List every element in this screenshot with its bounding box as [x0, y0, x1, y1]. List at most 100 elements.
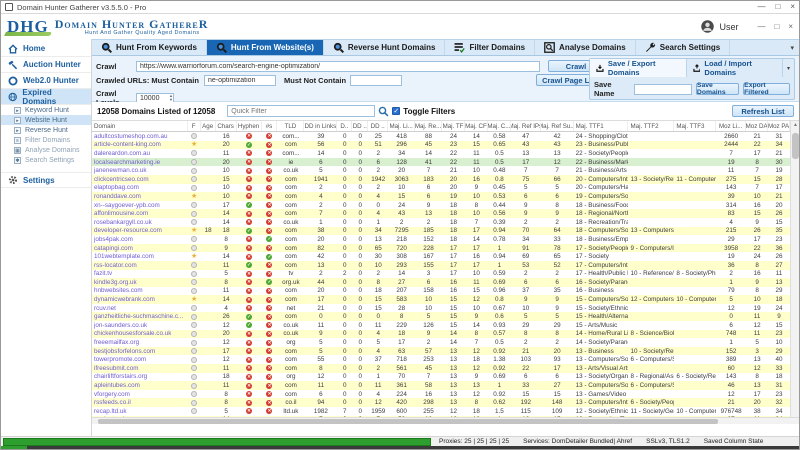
- favorite-empty-icon[interactable]: [191, 279, 197, 285]
- column-header-f[interactable]: F: [188, 121, 201, 131]
- column-header-maj-ttf1[interactable]: Maj. TTF1: [574, 121, 629, 131]
- tab-hunt-from-keywords[interactable]: Hunt From Keywords: [92, 40, 207, 55]
- toggle-filters-checkbox[interactable]: ✓: [392, 107, 400, 115]
- favorite-empty-icon[interactable]: [191, 288, 197, 294]
- domain-link[interactable]: kindle3g.org.uk: [92, 278, 188, 287]
- table-row[interactable]: chairliftforstairs.org18✕✕org12001707139…: [92, 373, 790, 382]
- save-export-tab[interactable]: Save / Export Domains: [590, 59, 687, 77]
- domain-link[interactable]: chickenhousesforsale.co.uk: [92, 330, 188, 339]
- save-name-input[interactable]: [634, 84, 692, 95]
- table-row[interactable]: towerpromote.com12✕✕com55003771825313181…: [92, 355, 790, 364]
- favorite-empty-icon[interactable]: [191, 408, 197, 414]
- table-row[interactable]: apleintubes.com11✕✕com110011361581313133…: [92, 381, 790, 390]
- column-header-tld[interactable]: TLD: [277, 121, 304, 131]
- favorite-empty-icon[interactable]: [191, 357, 197, 363]
- table-row[interactable]: affonlimousine.com14✕✕com7004431318100.5…: [92, 209, 790, 218]
- sidebar-subitem-reverse-hunt[interactable]: ▸Reverse Hunt: [1, 125, 91, 135]
- domain-link[interactable]: elaptopbag.com: [92, 184, 188, 193]
- favorite-empty-icon[interactable]: [191, 176, 197, 182]
- table-row[interactable]: developer-resource.com★1818✓✕com38003472…: [92, 227, 790, 236]
- column-header-maj-tf[interactable]: Maj. TF: [442, 121, 465, 131]
- domain-link[interactable]: hnbwebsites.com: [92, 287, 188, 296]
- column-header-domain[interactable]: Domain: [92, 121, 188, 131]
- favorite-empty-icon[interactable]: [191, 305, 197, 311]
- table-row[interactable]: localsearchmarketing.ie20✕✕ie60061284122…: [92, 158, 790, 167]
- favorite-empty-icon[interactable]: [191, 159, 197, 165]
- domain-link[interactable]: fazit.tv: [92, 270, 188, 279]
- horizontal-scroll-thumb[interactable]: [98, 419, 718, 424]
- inner-maximize-button[interactable]: □: [774, 22, 779, 31]
- table-row[interactable]: dynamicwebrank.com★14✕✕com17001558310151…: [92, 295, 790, 304]
- favorite-star-icon[interactable]: ★: [191, 296, 197, 303]
- domain-link[interactable]: rcuv.net: [92, 304, 188, 313]
- vertical-scroll-thumb[interactable]: [792, 133, 799, 159]
- favorite-empty-icon[interactable]: [191, 383, 197, 389]
- column-header-dd-[interactable]: DD ..: [368, 121, 388, 131]
- sidebar-subitem-website-hunt[interactable]: ▸Website Hunt: [1, 115, 91, 125]
- domain-link[interactable]: adultcostumeshop.com.au: [92, 132, 188, 141]
- column-header-#s[interactable]: #s: [262, 121, 278, 131]
- sidebar-subitem-filter-domains[interactable]: ≡Filter Domains: [1, 135, 91, 145]
- domain-link[interactable]: developer-resource.com: [92, 227, 188, 236]
- sidebar-subitem-analyse-domains[interactable]: ▦Analyse Domains: [1, 145, 91, 155]
- favorite-empty-icon[interactable]: [191, 331, 197, 337]
- domain-link[interactable]: recap.ltd.uk: [92, 407, 188, 416]
- domain-link[interactable]: towerpromote.com: [92, 355, 188, 364]
- table-row[interactable]: xn--saygoever-ypb.com17✓✕com20002491880.…: [92, 201, 790, 210]
- table-row[interactable]: clickcentricseo.com15✕✕com19410019423063…: [92, 175, 790, 184]
- tab-reverse-hunt-domains[interactable]: Reverse Hunt Domains: [324, 40, 446, 55]
- table-row[interactable]: dalereardon.com.au11✕✕com...140023414221…: [92, 149, 790, 158]
- favorite-empty-icon[interactable]: [191, 271, 197, 277]
- column-header-hyphen[interactable]: Hyphen: [237, 121, 262, 131]
- column-header-maj-ttf2[interactable]: Maj. TTF2: [628, 121, 674, 131]
- minimize-button[interactable]: —: [757, 2, 765, 12]
- column-header-maj-ref-su-[interactable]: Maj. Ref Su...: [541, 121, 574, 131]
- column-header-dd-[interactable]: DD ..: [352, 121, 368, 131]
- table-row[interactable]: janenewman.co.uk10✕✕co.uk500220721100.48…: [92, 166, 790, 175]
- table-row[interactable]: ifreesubmit.com11✕✕com80025614513120.922…: [92, 364, 790, 373]
- tab-filter-domains[interactable]: Filter Domains: [445, 40, 535, 55]
- table-row[interactable]: hnbwebsites.com11✕✕com20001820715816150.…: [92, 287, 790, 296]
- favorite-empty-icon[interactable]: [191, 211, 197, 217]
- table-row[interactable]: rcuv.net4✕✕net210015281015100.6710915 - …: [92, 304, 790, 313]
- table-row[interactable]: recap.ltd.uk5✕✕ltd.uk1982701959600255121…: [92, 407, 790, 416]
- favorite-empty-icon[interactable]: [191, 185, 197, 191]
- sidebar-subitem-search-settings[interactable]: ✱Search Settings: [1, 155, 91, 165]
- sidebar-item-expired-domains[interactable]: Expired Domains: [1, 89, 91, 105]
- table-row[interactable]: freeemailfax.org12✕✕org50051721470.52214…: [92, 338, 790, 347]
- domain-link[interactable]: chairliftforstairs.org: [92, 373, 188, 382]
- favorite-star-icon[interactable]: ★: [191, 141, 197, 148]
- column-header-moz-pa[interactable]: Moz PA: [768, 121, 790, 131]
- table-row[interactable]: article-content-king.com★20✓✕com56005129…: [92, 141, 790, 150]
- table-row[interactable]: jon-saunders.co.uk12✓✕co.uk1100112291261…: [92, 321, 790, 330]
- table-row[interactable]: 101webtemplate.com★14✕✓com42003030816717…: [92, 252, 790, 261]
- table-row[interactable]: jobs4pak.com8✕✓com20001321815218140.7834…: [92, 235, 790, 244]
- domain-link[interactable]: janenewman.co.uk: [92, 166, 188, 175]
- table-row[interactable]: vforgery.com8✕✕com60042241613120.9215151…: [92, 390, 790, 399]
- column-header-maj-c-[interactable]: Maj. C...: [488, 121, 511, 131]
- favorite-empty-icon[interactable]: [191, 391, 197, 397]
- favorite-star-icon[interactable]: ★: [191, 193, 197, 200]
- column-header-chars[interactable]: Chars: [216, 121, 237, 131]
- table-row[interactable]: rss-locator.com11✓✕com130010293155171715…: [92, 261, 790, 270]
- vertical-scrollbar[interactable]: ▲ ▼: [790, 121, 799, 424]
- favorite-empty-icon[interactable]: [191, 374, 197, 380]
- column-header-maj-cf[interactable]: Maj. CF: [465, 121, 488, 131]
- table-row[interactable]: rssfeeds.co.il8✕✕co.il9400124202981380.6…: [92, 398, 790, 407]
- table-row[interactable]: rosebankargyll.co.uk14✕✕co.uk1001221870.…: [92, 218, 790, 227]
- favorite-star-icon[interactable]: ★: [191, 227, 197, 234]
- favorite-empty-icon[interactable]: [191, 365, 197, 371]
- inner-close-button[interactable]: ×: [788, 22, 793, 31]
- tab-hunt-from-website-s-[interactable]: Hunt From Website(s): [207, 40, 324, 55]
- domain-link[interactable]: rosebankargyll.co.uk: [92, 218, 188, 227]
- domain-link[interactable]: vforgery.com: [92, 390, 188, 399]
- save-domains-button[interactable]: Save Domains: [696, 83, 739, 95]
- sidebar-item-auction-hunter[interactable]: Auction Hunter: [1, 57, 91, 73]
- sidebar-item-settings[interactable]: Settings: [1, 172, 91, 188]
- column-header-dd-in-links[interactable]: DD in Links: [304, 121, 337, 131]
- domain-link[interactable]: catapingi.com: [92, 244, 188, 253]
- column-header-moz-li-[interactable]: Moz Li...: [716, 121, 746, 131]
- domain-link[interactable]: jobs4pak.com: [92, 235, 188, 244]
- favorite-empty-icon[interactable]: [191, 322, 197, 328]
- must-not-contain-input[interactable]: [350, 75, 402, 86]
